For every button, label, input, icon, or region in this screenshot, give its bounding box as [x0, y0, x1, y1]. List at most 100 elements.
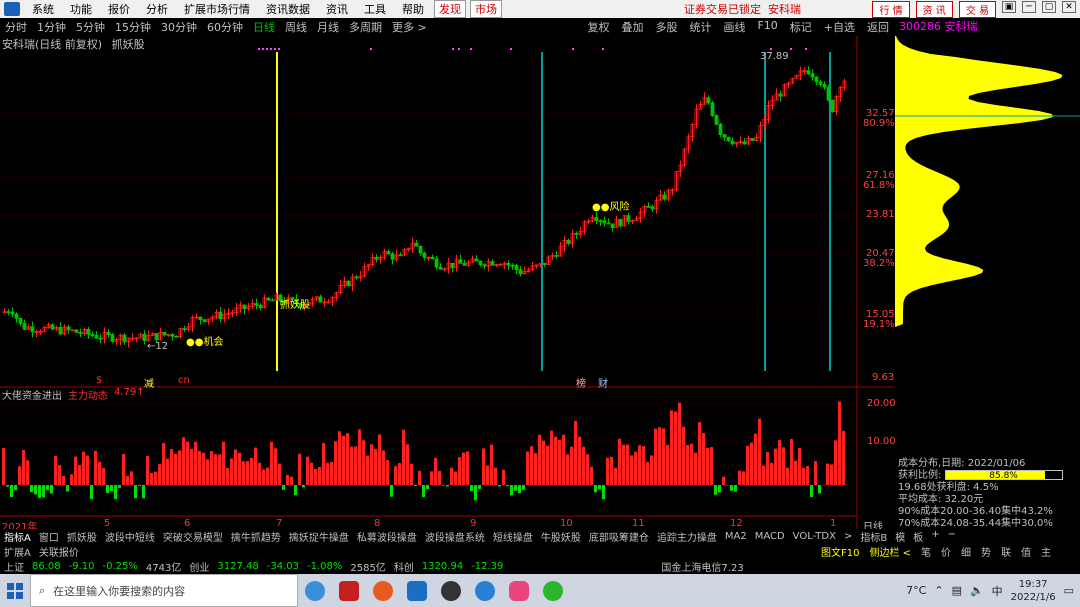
tab-window[interactable]: 窗口	[35, 529, 63, 544]
tool-multi-stock[interactable]: 多股	[649, 19, 683, 35]
tool-mark[interactable]: 标记	[784, 19, 818, 35]
tab-demon-bull[interactable]: 擒妖捉牛操盘	[285, 529, 353, 544]
tab-extend-a[interactable]: 扩展A	[0, 544, 35, 559]
tab-trades[interactable]: 笔	[916, 544, 936, 559]
task-view-icon[interactable]	[298, 574, 332, 607]
tool-adjust[interactable]: 复权	[581, 19, 615, 35]
menu-item-tools[interactable]: 工具	[356, 1, 394, 17]
candle-body	[594, 217, 599, 222]
tab-short-trade[interactable]: 短线操盘	[489, 529, 537, 544]
menu-item-function[interactable]: 功能	[62, 1, 100, 17]
period-weekly[interactable]: 周线	[280, 19, 312, 35]
maximize-icon[interactable]: ▢	[1042, 0, 1056, 13]
tab-macd[interactable]: MACD	[751, 531, 789, 542]
tool-add-watchlist[interactable]: +自选	[818, 19, 861, 35]
indicator-name[interactable]: 大佬资金进出	[2, 387, 62, 402]
volume-icon[interactable]: 🔈	[970, 584, 984, 597]
tab-related-quote[interactable]: 关联报价	[35, 544, 83, 559]
ticker-item[interactable]: 上证	[0, 559, 28, 574]
tool-overlay[interactable]: 叠加	[615, 19, 649, 35]
tool-back[interactable]: 返回	[861, 19, 895, 35]
tab-track-main[interactable]: 追踪主力操盘	[653, 529, 721, 544]
menu-item-info-data[interactable]: 资讯数据	[258, 1, 318, 17]
menu-item-system[interactable]: 系统	[24, 1, 62, 17]
chart-title: 安科瑞(日线 前复权) 抓妖股	[2, 36, 145, 51]
tab-ma2[interactable]: MA2	[721, 531, 751, 542]
windows-start-icon[interactable]	[0, 574, 30, 607]
tab-value[interactable]: 值	[1016, 544, 1036, 559]
tab-bull-demon[interactable]: 牛股妖股	[537, 529, 585, 544]
chevron-up-icon[interactable]: ⌃	[934, 584, 943, 597]
minimize-icon[interactable]: ─	[1022, 0, 1036, 13]
weather-text[interactable]: 7°C	[906, 584, 926, 597]
menu-item-analysis[interactable]: 分析	[138, 1, 176, 17]
app-icon-4[interactable]	[434, 574, 468, 607]
period-multi[interactable]: 多周期	[344, 19, 387, 35]
clock[interactable]: 19:37 2022/1/6	[1011, 578, 1056, 604]
period-5min[interactable]: 5分钟	[71, 19, 110, 35]
tab-price[interactable]: 价	[936, 544, 956, 559]
period-1min[interactable]: 1分钟	[32, 19, 71, 35]
app-icon-5[interactable]	[502, 574, 536, 607]
tab-trend[interactable]: 势	[976, 544, 996, 559]
ime-indicator[interactable]: 中	[992, 583, 1003, 599]
chart-indicator-name[interactable]: 抓妖股	[112, 38, 145, 51]
tab-private-swing[interactable]: 私募波段操盘	[353, 529, 421, 544]
menu-item-quote[interactable]: 报价	[100, 1, 138, 17]
menu-item-info[interactable]: 资讯	[318, 1, 356, 17]
tab-remove[interactable]: −	[944, 529, 960, 544]
period-monthly[interactable]: 月线	[312, 19, 344, 35]
tab-swing-system[interactable]: 波段操盘系统	[421, 529, 489, 544]
tab-swing-short[interactable]: 波段中短线	[101, 529, 159, 544]
tab-link[interactable]: 联	[996, 544, 1016, 559]
app-icon-3[interactable]	[400, 574, 434, 607]
tab-add[interactable]: +	[927, 529, 943, 544]
period-30min[interactable]: 30分钟	[156, 19, 202, 35]
app-icon-2[interactable]	[366, 574, 400, 607]
period-more[interactable]: 更多 >	[387, 19, 432, 35]
period-15min[interactable]: 15分钟	[110, 19, 156, 35]
tool-draw-line[interactable]: 画线	[717, 19, 751, 35]
main-chart-area[interactable]	[0, 36, 895, 529]
menu-item-market[interactable]: 市场	[470, 0, 502, 18]
menu-item-discover[interactable]: 发现	[434, 0, 466, 18]
tab-indicator-a[interactable]: 指标A	[0, 529, 35, 544]
fund-inflow-bar	[842, 430, 845, 485]
network-icon[interactable]: ▤	[952, 584, 962, 597]
tab-f10[interactable]: 图文F10	[816, 544, 864, 559]
browser-icon[interactable]	[468, 574, 502, 607]
tab-more[interactable]: >	[840, 531, 856, 542]
tab-detail[interactable]: 细	[956, 544, 976, 559]
news-button[interactable]: 资 讯	[915, 0, 953, 18]
tab-vol-tdx[interactable]: VOL-TDX	[789, 531, 840, 542]
app-icon-1[interactable]	[332, 574, 366, 607]
tab-template[interactable]: 模	[891, 529, 909, 544]
tool-f10[interactable]: F10	[751, 19, 783, 35]
period-intraday[interactable]: 分时	[0, 19, 32, 35]
period-60min[interactable]: 60分钟	[202, 19, 248, 35]
tab-breakout[interactable]: 突破交易模型	[159, 529, 227, 544]
app-logo	[4, 2, 20, 16]
period-daily[interactable]: 日线	[248, 19, 280, 35]
cost-line: 90%成本20.00-36.40集中43.2%	[898, 506, 1053, 517]
close-icon[interactable]: ✕	[1062, 0, 1076, 13]
tab-bottom-build[interactable]: 底部吸筹建仓	[585, 529, 653, 544]
tab-board[interactable]: 板	[909, 529, 927, 544]
restore-icon[interactable]: ▣	[1002, 0, 1016, 13]
fund-inflow-bar	[434, 457, 437, 485]
ticker-item[interactable]: 创业	[185, 559, 213, 574]
ticker-item[interactable]: 科创	[390, 559, 418, 574]
tab-main[interactable]: 主	[1036, 544, 1056, 559]
trade-button[interactable]: 交 易	[958, 0, 996, 18]
tab-zhuayaogu[interactable]: 抓妖股	[63, 529, 101, 544]
wechat-icon[interactable]	[536, 574, 570, 607]
menu-item-help[interactable]: 帮助	[394, 1, 432, 17]
menu-item-extended-market[interactable]: 扩展市场行情	[176, 1, 258, 17]
tab-bull-trend[interactable]: 擒牛抓趋势	[227, 529, 285, 544]
notification-icon[interactable]: ▭	[1064, 584, 1074, 597]
tool-statistics[interactable]: 统计	[683, 19, 717, 35]
tab-sidebar[interactable]: 侧边栏 <	[864, 544, 916, 559]
tab-indicator-b[interactable]: 指标B	[856, 529, 891, 544]
taskbar-search-input[interactable]: ⌕ 在这里输入你要搜索的内容	[30, 574, 298, 607]
quote-button[interactable]: 行 情	[872, 0, 910, 18]
